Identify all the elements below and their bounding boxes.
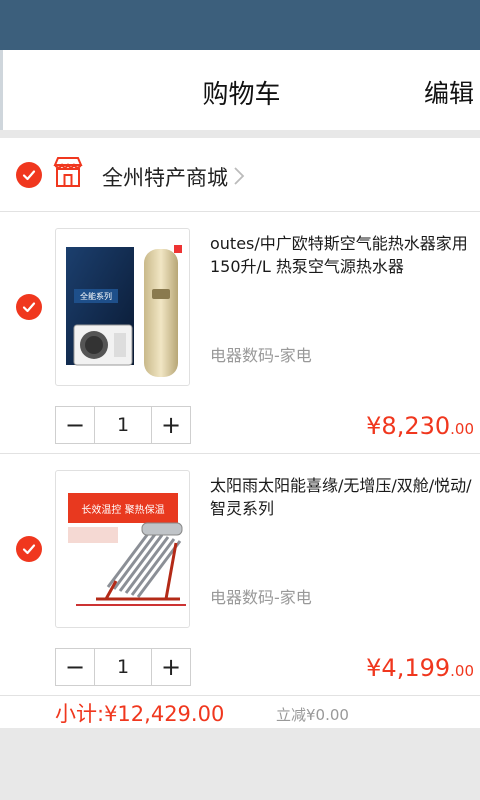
increase-button[interactable]: + <box>152 407 190 443</box>
top-bar: 购物车 编辑 <box>0 50 480 130</box>
store-icon <box>53 157 83 187</box>
product-image[interactable]: 长效温控 聚热保温 <box>55 470 190 628</box>
discount: 立减¥0.00 <box>276 706 349 724</box>
solar-water-heater-image: 长效温控 聚热保温 <box>68 493 186 606</box>
product-category: 电器数码-家电 <box>210 588 312 607</box>
product-image[interactable]: 全能系列 <box>55 228 190 386</box>
decrease-button[interactable]: − <box>56 649 94 685</box>
check-icon <box>22 302 36 313</box>
chevron-right-icon[interactable] <box>232 165 246 187</box>
quantity-value[interactable]: 1 <box>94 407 152 443</box>
edit-button[interactable]: 编辑 <box>424 74 474 110</box>
status-bar <box>0 0 480 50</box>
decrease-button[interactable]: − <box>56 407 94 443</box>
check-icon <box>22 170 36 181</box>
page-title: 购物车 <box>202 80 281 110</box>
cart-item: 长效温控 聚热保温 太阳雨太阳能喜缘/无增压/双舱/悦动/智灵系列 电器数码-家… <box>0 454 480 696</box>
thumb-label: 长效温控 聚热保温 <box>81 503 164 516</box>
item-select-checkbox[interactable] <box>16 536 42 562</box>
subtotal-row: 小计:¥12,429.00 立减¥0.00 <box>0 692 480 728</box>
cart-content: 全州特产商城 全能系列 outes/中广欧特斯空气能热水器家用150升/L 热泵… <box>0 138 480 728</box>
cart-item: 全能系列 outes/中广欧特斯空气能热水器家用150升/L 热泵空气源热水器 … <box>0 212 480 454</box>
store-select-checkbox[interactable] <box>16 162 42 188</box>
price-main: ¥4,199 <box>366 654 451 682</box>
quantity-value[interactable]: 1 <box>94 649 152 685</box>
price-main: ¥8,230 <box>366 412 451 440</box>
product-price: ¥8,230.00 <box>366 412 474 440</box>
item-select-checkbox[interactable] <box>16 294 42 320</box>
heat-pump-water-heater-image: 全能系列 <box>66 245 182 377</box>
quantity-stepper: − 1 + <box>55 406 191 444</box>
increase-button[interactable]: + <box>152 649 190 685</box>
store-row[interactable]: 全州特产商城 <box>0 138 480 212</box>
thumb-label: 全能系列 <box>80 291 112 301</box>
product-category: 电器数码-家电 <box>210 346 312 365</box>
store-name[interactable]: 全州特产商城 <box>102 162 228 192</box>
check-icon <box>22 544 36 555</box>
price-cents: .00 <box>450 662 474 680</box>
subtotal: 小计:¥12,429.00 <box>55 702 225 726</box>
quantity-stepper: − 1 + <box>55 648 191 686</box>
product-title[interactable]: 太阳雨太阳能喜缘/无增压/双舱/悦动/智灵系列 <box>210 474 475 520</box>
price-cents: .00 <box>450 420 474 438</box>
product-price: ¥4,199.00 <box>366 654 474 682</box>
product-title[interactable]: outes/中广欧特斯空气能热水器家用150升/L 热泵空气源热水器 <box>210 232 475 278</box>
